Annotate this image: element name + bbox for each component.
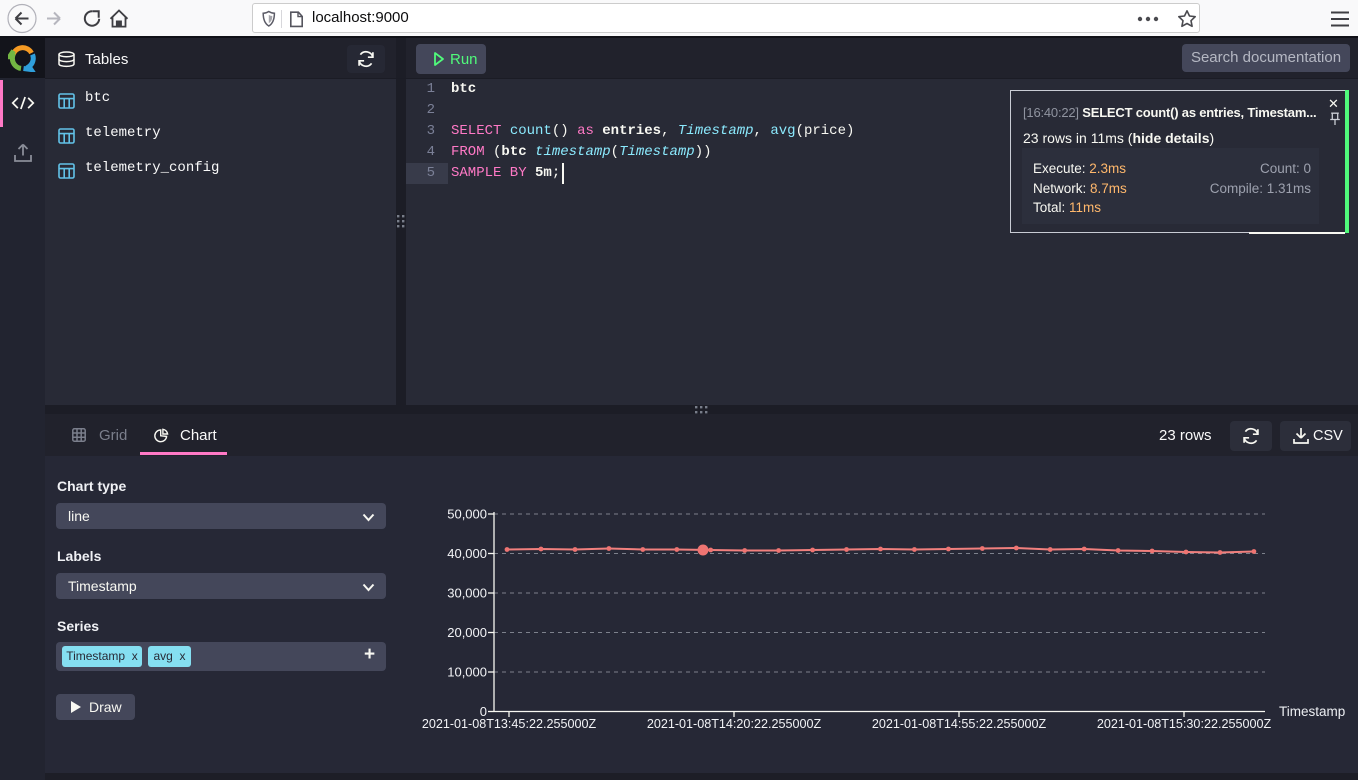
- svg-text:2021-01-08T14:20:22.255000Z: 2021-01-08T14:20:22.255000Z: [647, 717, 822, 731]
- svg-text:30,000: 30,000: [447, 586, 487, 601]
- svg-text:2021-01-08T15:30:22.255000Z: 2021-01-08T15:30:22.255000Z: [1097, 717, 1272, 731]
- svg-text:10,000: 10,000: [447, 665, 487, 680]
- svg-text:2021-01-08T13:45:22.255000Z: 2021-01-08T13:45:22.255000Z: [422, 717, 597, 731]
- svg-text:50,000: 50,000: [447, 507, 487, 522]
- svg-text:Timestamp: Timestamp: [1279, 704, 1345, 719]
- svg-text:2021-01-08T14:55:22.255000Z: 2021-01-08T14:55:22.255000Z: [872, 717, 1047, 731]
- svg-text:20,000: 20,000: [447, 625, 487, 640]
- svg-text:40,000: 40,000: [447, 546, 487, 561]
